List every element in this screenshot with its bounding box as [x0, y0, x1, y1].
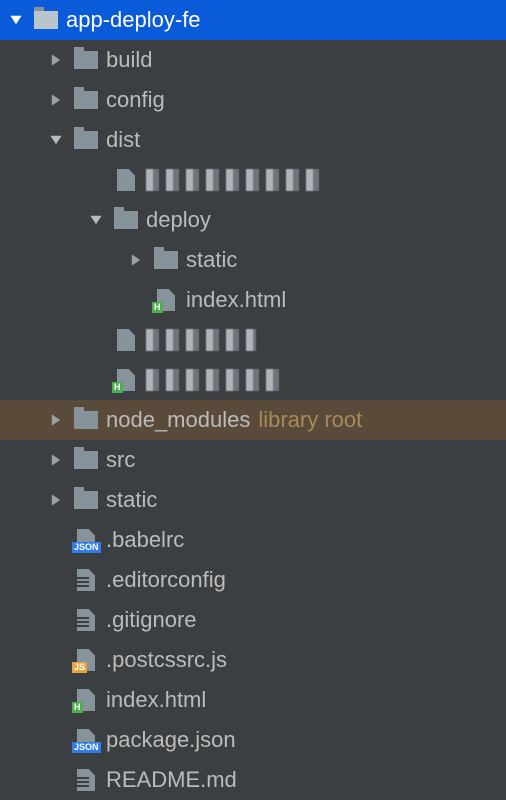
folder-icon	[74, 489, 98, 511]
file-icon: H	[114, 369, 138, 391]
chevron-down-icon[interactable]	[46, 130, 66, 150]
tree-item-readme[interactable]: README.md	[0, 760, 506, 800]
file-icon	[114, 329, 138, 351]
chevron-right-icon[interactable]	[46, 50, 66, 70]
chevron-down-icon[interactable]	[6, 10, 26, 30]
folder-icon	[74, 449, 98, 471]
tree-item-deploy-index[interactable]: H index.html	[0, 280, 506, 320]
tree-item-dist[interactable]: dist	[0, 120, 506, 160]
tree-item-label: dist	[106, 127, 140, 153]
tree-item-src[interactable]: src	[0, 440, 506, 480]
tree-item-label: build	[106, 47, 152, 73]
tree-item-root[interactable]: app-deploy-fe	[0, 0, 506, 40]
tree-item-label: .babelrc	[106, 527, 184, 553]
tree-item-label: index.html	[106, 687, 206, 713]
obscured-label	[146, 329, 256, 351]
text-file-icon	[74, 569, 98, 591]
text-file-icon	[74, 609, 98, 631]
tree-item-obscured[interactable]: H	[0, 360, 506, 400]
tree-item-label: static	[186, 247, 237, 273]
tree-item-obscured[interactable]	[0, 160, 506, 200]
folder-icon	[74, 49, 98, 71]
folder-icon	[74, 129, 98, 151]
obscured-label	[146, 369, 286, 391]
file-icon	[114, 169, 138, 191]
tree-item-label: package.json	[106, 727, 236, 753]
json-file-icon: JSON	[74, 729, 98, 751]
tree-item-deploy[interactable]: deploy	[0, 200, 506, 240]
tree-item-label: static	[106, 487, 157, 513]
tree-item-label: app-deploy-fe	[66, 7, 201, 33]
text-file-icon	[74, 769, 98, 791]
tree-item-babelrc[interactable]: JSON .babelrc	[0, 520, 506, 560]
tree-item-editorconfig[interactable]: .editorconfig	[0, 560, 506, 600]
chevron-right-icon[interactable]	[46, 490, 66, 510]
tree-item-config[interactable]: config	[0, 80, 506, 120]
chevron-right-icon[interactable]	[46, 90, 66, 110]
tree-item-package-json[interactable]: JSON package.json	[0, 720, 506, 760]
tree-item-label: index.html	[186, 287, 286, 313]
tree-item-static[interactable]: static	[0, 480, 506, 520]
folder-icon	[74, 89, 98, 111]
chevron-right-icon[interactable]	[46, 450, 66, 470]
tree-item-label: README.md	[106, 767, 237, 793]
tree-item-label: .editorconfig	[106, 567, 226, 593]
tree-item-postcssrc[interactable]: JS .postcssrc.js	[0, 640, 506, 680]
chevron-right-icon[interactable]	[126, 250, 146, 270]
tree-item-label: .gitignore	[106, 607, 197, 633]
tree-item-label: src	[106, 447, 135, 473]
library-root-suffix: library root	[258, 407, 362, 433]
html-file-icon: H	[74, 689, 98, 711]
html-file-icon: H	[154, 289, 178, 311]
tree-item-node-modules[interactable]: node_modules library root	[0, 400, 506, 440]
tree-item-label: deploy	[146, 207, 211, 233]
folder-icon	[114, 209, 138, 231]
folder-icon	[154, 249, 178, 271]
tree-item-obscured[interactable]	[0, 320, 506, 360]
tree-item-label: node_modules	[106, 407, 250, 433]
js-file-icon: JS	[74, 649, 98, 671]
folder-icon	[74, 409, 98, 431]
tree-item-label: config	[106, 87, 165, 113]
tree-item-index-html[interactable]: H index.html	[0, 680, 506, 720]
tree-item-label: .postcssrc.js	[106, 647, 227, 673]
tree-item-gitignore[interactable]: .gitignore	[0, 600, 506, 640]
chevron-down-icon[interactable]	[86, 210, 106, 230]
tree-item-build[interactable]: build	[0, 40, 506, 80]
json-file-icon: JSON	[74, 529, 98, 551]
chevron-right-icon[interactable]	[46, 410, 66, 430]
tree-item-deploy-static[interactable]: static	[0, 240, 506, 280]
folder-icon	[34, 9, 58, 31]
obscured-label	[146, 169, 326, 191]
project-tree[interactable]: app-deploy-fe build config dist	[0, 0, 506, 800]
